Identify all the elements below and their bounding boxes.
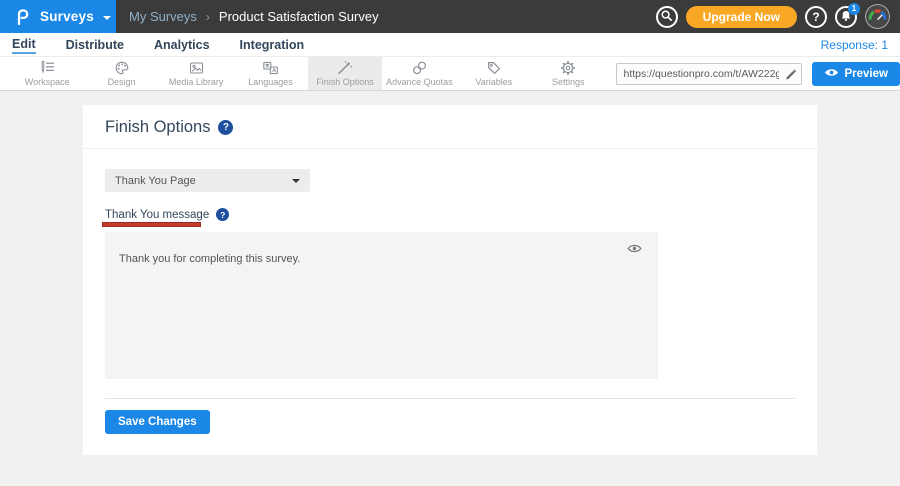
workspace-icon	[39, 60, 56, 76]
pencil-icon[interactable]	[784, 67, 797, 85]
finish-options-card: Finish Options ? Thank You Page Thank Yo…	[83, 105, 817, 455]
annotation-underline	[102, 222, 201, 227]
search-button[interactable]	[656, 6, 678, 28]
message-preview-eye-icon[interactable]	[627, 241, 642, 259]
questionpro-app: Surveys My Surveys › Product Satisfactio…	[0, 0, 900, 486]
main-content: Finish Options ? Thank You Page Thank Yo…	[0, 91, 900, 486]
finish-type-select[interactable]: Thank You Page	[105, 169, 310, 192]
questionpro-logo-icon	[14, 8, 31, 26]
media-library-icon	[188, 60, 205, 76]
toolbar-tab-workspace[interactable]: Workspace	[10, 57, 84, 90]
page-title: Finish Options	[105, 118, 210, 137]
toolbar-tab-label: Settings	[552, 77, 585, 87]
toolbar-tab-finish-options[interactable]: Finish Options	[308, 57, 382, 90]
breadcrumb-my-surveys[interactable]: My Surveys	[129, 9, 197, 24]
profile-gauge-avatar-icon	[865, 4, 890, 29]
notifications-button[interactable]: 1	[835, 6, 857, 28]
thank-you-message-editor[interactable]: Thank you for completing this survey.	[105, 232, 658, 379]
toolbar-tab-media-library[interactable]: Media Library	[159, 57, 233, 90]
help-button[interactable]: ?	[805, 6, 827, 28]
svg-text:A: A	[272, 68, 276, 74]
survey-url-input[interactable]	[616, 63, 802, 85]
product-menu-label: Surveys	[40, 9, 94, 24]
languages-icon: A	[262, 60, 279, 76]
search-icon	[660, 9, 673, 25]
save-changes-button[interactable]: Save Changes	[105, 410, 210, 434]
response-count[interactable]: Response: 1	[821, 38, 888, 52]
toolbar-tab-advance-quotas[interactable]: Advance Quotas	[382, 57, 456, 90]
gear-icon	[560, 60, 576, 76]
tab-distribute[interactable]: Distribute	[66, 36, 124, 53]
finish-options-help-icon[interactable]: ?	[218, 120, 233, 135]
divider	[105, 398, 795, 399]
thank-you-message-text: Thank you for completing this survey.	[119, 253, 300, 265]
tab-integration[interactable]: Integration	[240, 36, 305, 53]
thank-you-message-help-icon[interactable]: ?	[216, 208, 229, 221]
user-avatar[interactable]	[865, 4, 890, 29]
upgrade-now-button[interactable]: Upgrade Now	[686, 6, 797, 28]
breadcrumb-survey-title: Product Satisfaction Survey	[219, 9, 379, 24]
breadcrumb: My Surveys › Product Satisfaction Survey	[129, 9, 379, 24]
edit-toolbar: Workspace Design	[0, 57, 900, 91]
question-mark-icon: ?	[812, 10, 819, 24]
preview-button[interactable]: Preview	[812, 62, 900, 86]
toolbar-tab-label: Finish Options	[316, 77, 374, 87]
thank-you-message-label: Thank You message	[105, 209, 209, 221]
chain-links-icon	[411, 60, 428, 76]
toolbar-tab-label: Variables	[475, 77, 512, 87]
thank-you-message-label-row: Thank You message ?	[105, 208, 229, 221]
tab-analytics[interactable]: Analytics	[154, 36, 210, 53]
surveys-product-menu[interactable]: Surveys	[0, 0, 116, 33]
topbar-actions: Upgrade Now ? 1	[656, 4, 900, 29]
toolbar-tab-label: Languages	[248, 77, 293, 87]
caret-down-icon	[103, 16, 111, 20]
toolbar-tab-label: Media Library	[169, 77, 224, 87]
toolbar-tab-languages[interactable]: A Languages	[233, 57, 307, 90]
preview-button-label: Preview	[845, 68, 888, 80]
notification-badge: 1	[848, 3, 860, 15]
eye-icon	[824, 67, 839, 81]
survey-url-wrap	[616, 63, 802, 85]
toolbar-tab-variables[interactable]: Variables	[457, 57, 531, 90]
magic-wand-icon	[336, 60, 353, 76]
toolbar-tab-label: Advance Quotas	[386, 77, 453, 87]
toolbar-tab-settings[interactable]: Settings	[531, 57, 605, 90]
toolbar-tab-design[interactable]: Design	[84, 57, 158, 90]
finish-type-value: Thank You Page	[115, 175, 196, 187]
toolbar-tab-label: Workspace	[25, 77, 70, 87]
tag-icon	[486, 60, 502, 76]
card-header: Finish Options ?	[83, 105, 817, 149]
topbar: Surveys My Surveys › Product Satisfactio…	[0, 0, 900, 33]
toolbar-tab-label: Design	[108, 77, 136, 87]
caret-down-icon	[292, 179, 300, 183]
design-palette-icon	[114, 60, 130, 76]
breadcrumb-separator-icon: ›	[206, 10, 210, 24]
survey-section-nav: Edit Distribute Analytics Integration Re…	[0, 33, 900, 57]
tab-edit[interactable]: Edit	[12, 35, 36, 54]
